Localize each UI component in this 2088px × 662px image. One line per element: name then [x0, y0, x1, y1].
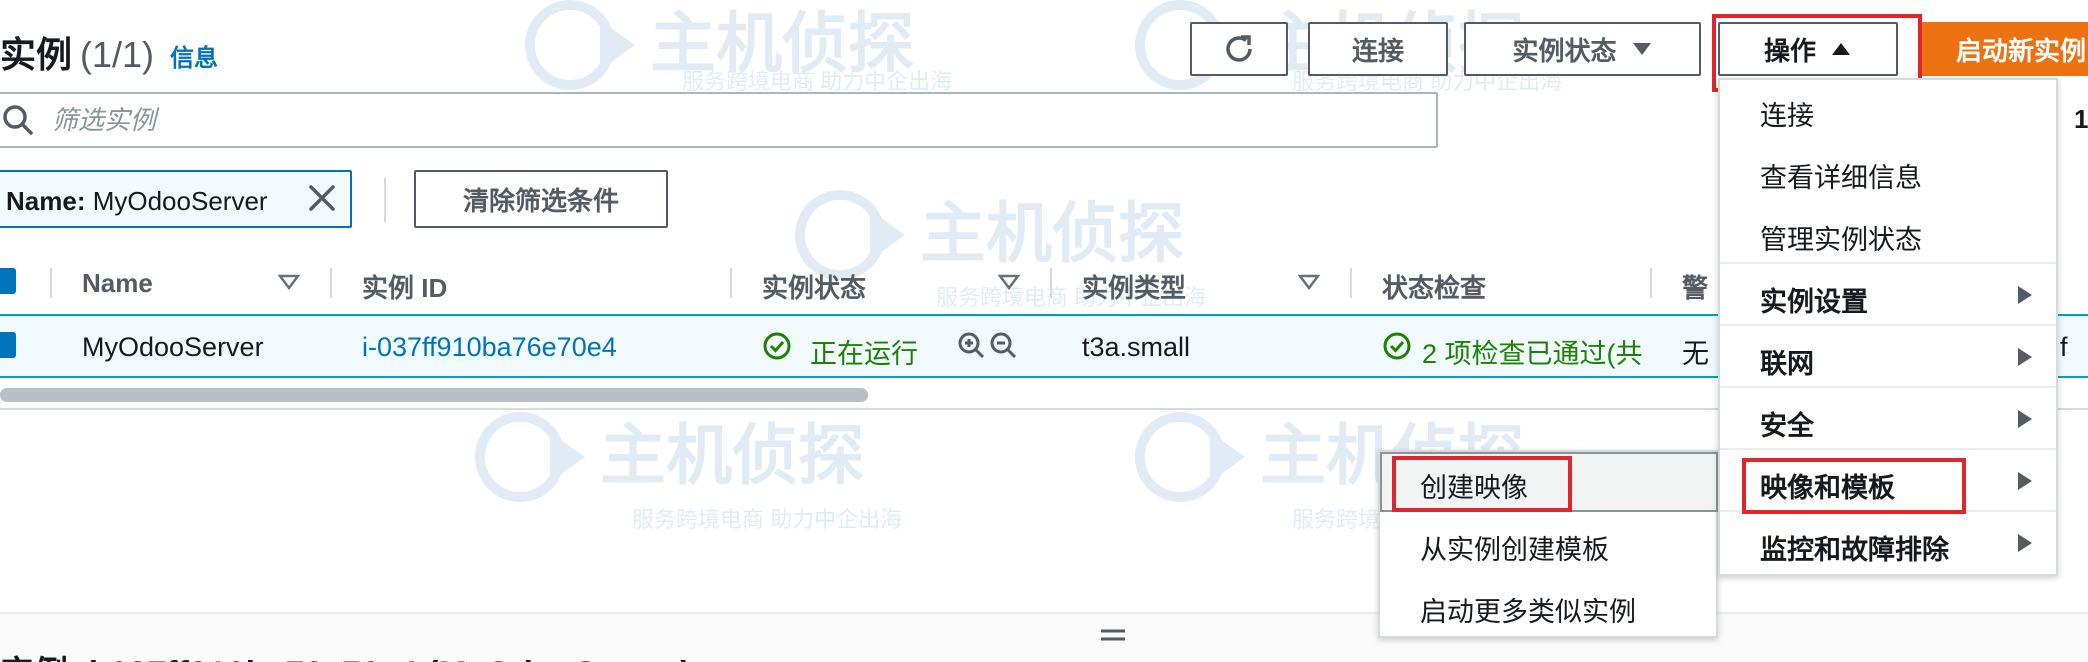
- clear-filters-button[interactable]: 清除筛选条件: [414, 170, 668, 228]
- cell-status-check: 2 项检查已通过(共: [1422, 339, 1643, 369]
- sort-down-icon[interactable]: [278, 274, 300, 290]
- menu-item-connect[interactable]: 连接: [1760, 94, 1814, 133]
- chevron-right-icon: [2018, 534, 2032, 552]
- search-input[interactable]: [52, 96, 1422, 144]
- watermark-logo-icon: [525, 0, 635, 90]
- chevron-right-icon: [2018, 348, 2032, 366]
- menu-divider: [1720, 448, 2056, 450]
- close-icon[interactable]: [306, 182, 338, 214]
- check-circle-icon: [763, 332, 791, 360]
- column-header-instance-type[interactable]: 实例类型: [1082, 268, 1186, 305]
- cell-alarm: 无: [1682, 339, 1709, 369]
- scrollbar-thumb[interactable]: [0, 388, 868, 402]
- menu-item-networking[interactable]: 联网: [1760, 342, 1814, 381]
- chevron-right-icon: [2018, 410, 2032, 428]
- zoom-out-icon[interactable]: [988, 330, 1018, 360]
- watermark: 主机侦探 服务跨境电商 助力中企出海: [520, 0, 952, 95]
- detail-title: 实例: i-037ff910ba76e70e4 (MyOdooServer): [0, 646, 692, 662]
- submenu-item-create-template[interactable]: 从实例创建模板: [1420, 528, 1609, 567]
- refresh-icon: [1226, 35, 1252, 62]
- submenu-item-launch-more[interactable]: 启动更多类似实例: [1420, 590, 1636, 629]
- info-link[interactable]: 信息: [170, 38, 218, 73]
- chevron-right-icon: [2018, 286, 2032, 304]
- refresh-button[interactable]: [1190, 22, 1288, 76]
- submenu-item-create-image[interactable]: 创建映像: [1420, 466, 1528, 505]
- column-header-alarm[interactable]: 警: [1682, 268, 1708, 305]
- divider: [384, 178, 386, 222]
- launch-instance-button[interactable]: 启动新实例: [1918, 22, 2088, 76]
- menu-item-monitor-troubleshoot[interactable]: 监控和故障排除: [1760, 528, 1949, 567]
- column-header-status-check[interactable]: 状态检查: [1382, 268, 1486, 305]
- chevron-right-icon: [2018, 472, 2032, 490]
- watermark-logo-icon: [475, 412, 585, 502]
- menu-item-image-templates[interactable]: 映像和模板: [1760, 466, 1895, 505]
- cell-instance-type: t3a.small: [1082, 332, 1191, 362]
- column-divider: [730, 268, 732, 298]
- sort-down-icon[interactable]: [998, 274, 1020, 290]
- watermark-logo-icon: [795, 190, 905, 280]
- column-divider: [50, 268, 52, 298]
- select-all-checkbox[interactable]: [0, 268, 16, 294]
- menu-divider: [1720, 262, 2056, 264]
- pagination-number: 1: [2074, 104, 2088, 134]
- check-circle-icon: [1383, 332, 1411, 360]
- watermark-logo-icon: [1135, 412, 1245, 502]
- menu-divider: [1720, 324, 2056, 326]
- column-header-name[interactable]: Name: [82, 268, 153, 299]
- column-divider: [330, 268, 332, 298]
- column-header-instance-state[interactable]: 实例状态: [762, 268, 866, 305]
- sort-down-icon[interactable]: [1298, 274, 1320, 290]
- menu-item-instance-settings[interactable]: 实例设置: [1760, 280, 1868, 319]
- zoom-in-icon[interactable]: [956, 330, 986, 360]
- drag-handle-icon[interactable]: [1100, 628, 1126, 642]
- connect-button[interactable]: 连接: [1308, 22, 1448, 76]
- cell-overflow-fragment: f: [2060, 332, 2068, 362]
- instance-count: (1/1): [80, 34, 155, 75]
- search-icon: [3, 105, 33, 135]
- cell-instance-state: 正在运行: [810, 339, 918, 369]
- watermark: 主机侦探 服务跨境电商 助力中企出海: [470, 412, 902, 532]
- menu-item-manage-state[interactable]: 管理实例状态: [1760, 218, 1922, 257]
- watermark: 主机侦探 服务跨境电商 助力中企出海: [1130, 412, 1562, 532]
- filter-token-label: Name: MyOdooServer: [6, 186, 268, 216]
- column-divider: [1050, 268, 1052, 298]
- instance-id-link[interactable]: i-037ff910ba76e70e4: [362, 332, 617, 363]
- caret-up-icon: [1832, 43, 1850, 55]
- menu-item-view-details[interactable]: 查看详细信息: [1760, 156, 1922, 195]
- page-title: 实例 (1/1): [0, 34, 155, 75]
- caret-down-icon: [1632, 43, 1651, 55]
- menu-divider: [1720, 510, 2056, 512]
- column-divider: [1350, 268, 1352, 298]
- column-divider: [1650, 268, 1652, 298]
- menu-divider: [1720, 386, 2056, 388]
- cell-name: MyOdooServer: [82, 332, 264, 362]
- instance-state-button[interactable]: 实例状态: [1464, 22, 1701, 76]
- row-checkbox[interactable]: [0, 332, 16, 358]
- actions-button[interactable]: 操作: [1718, 22, 1898, 76]
- menu-item-security[interactable]: 安全: [1760, 404, 1814, 443]
- column-header-instance-id[interactable]: 实例 ID: [362, 268, 447, 305]
